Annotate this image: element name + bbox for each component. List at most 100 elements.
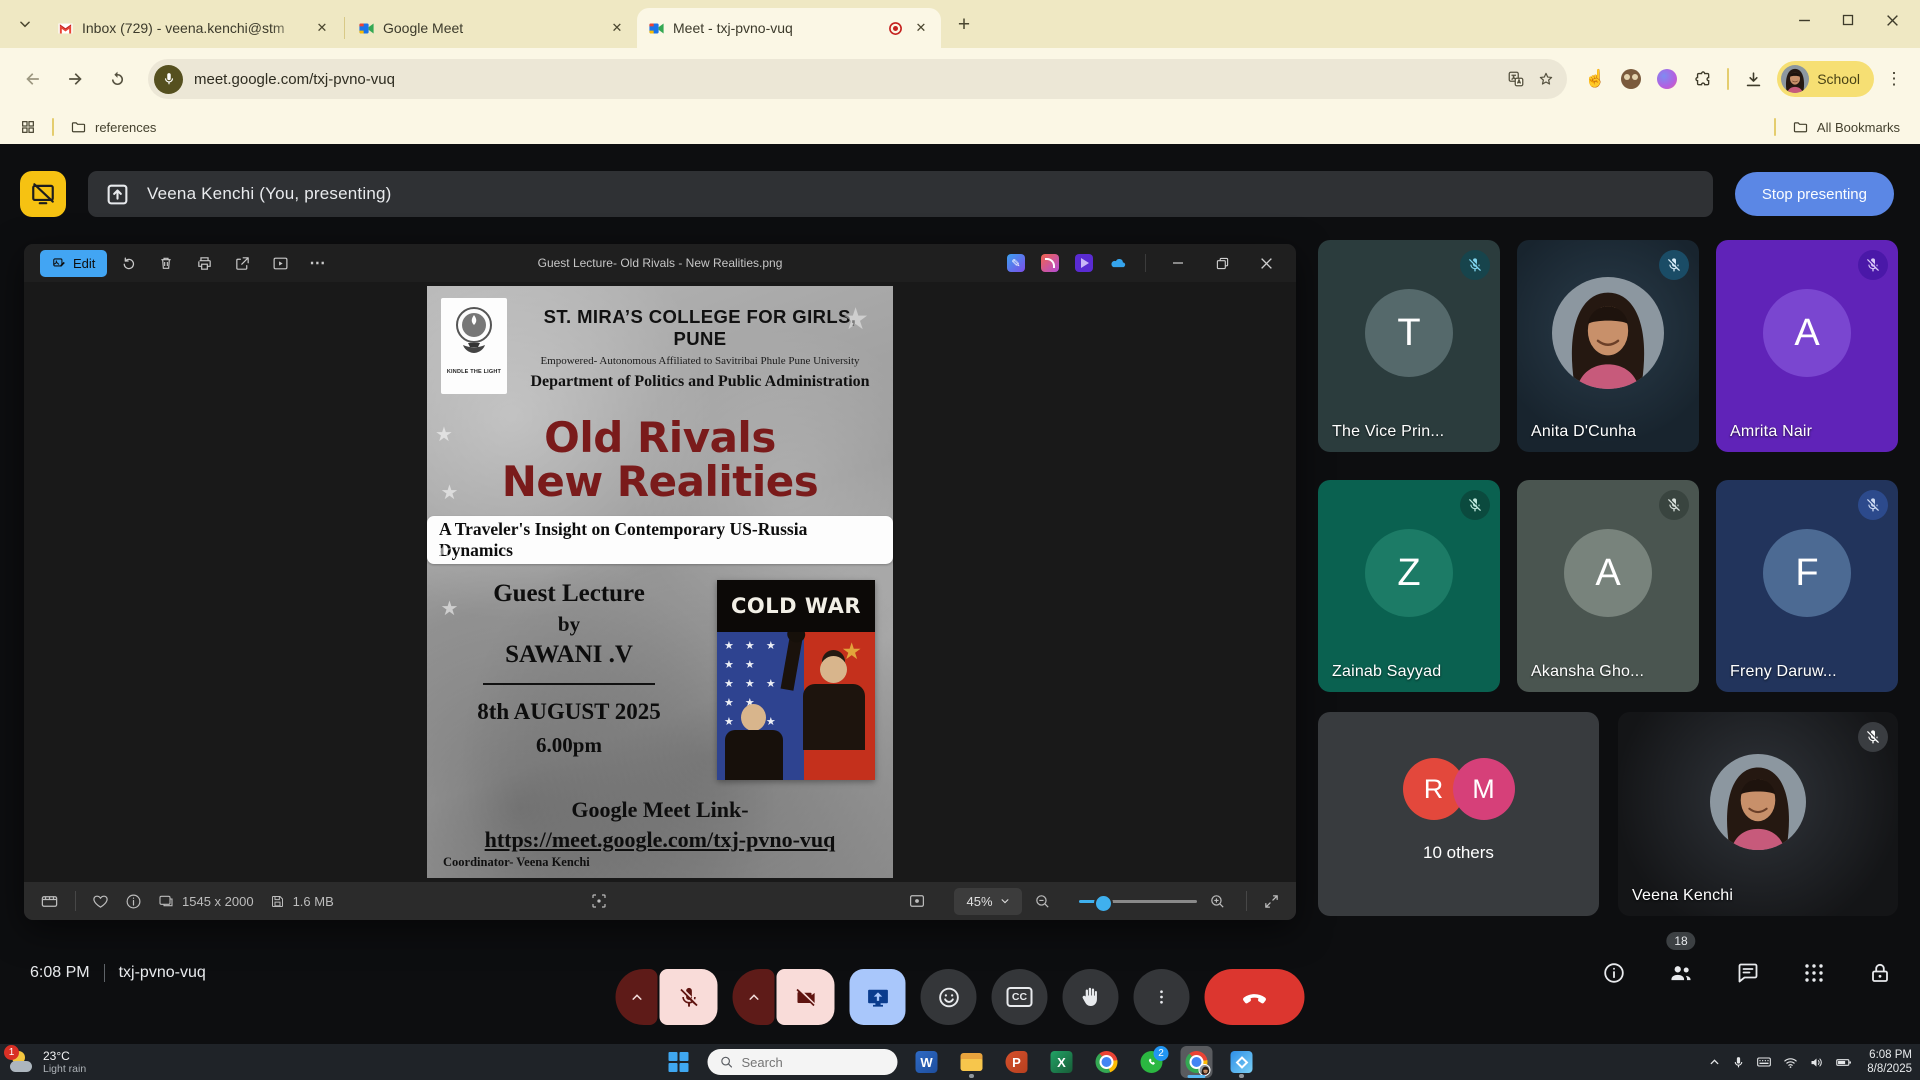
participant-tile[interactable]: A Akansha Gho... xyxy=(1517,480,1699,692)
camera-off-button[interactable] xyxy=(777,969,835,1025)
downloads-icon[interactable] xyxy=(1737,63,1769,95)
translate-icon[interactable] xyxy=(1501,64,1531,94)
presentation-off-tile-icon[interactable] xyxy=(20,171,66,217)
window-maximize-button[interactable] xyxy=(1826,3,1870,37)
tray-mic-icon[interactable] xyxy=(1732,1056,1745,1069)
chrome-menu-icon[interactable]: ⋮ xyxy=(1880,65,1908,93)
word-app-icon[interactable]: W xyxy=(911,1046,943,1078)
leave-call-button[interactable] xyxy=(1205,969,1305,1025)
image-edit-app-icon[interactable]: ✎ xyxy=(1001,249,1031,277)
chrome-icon[interactable] xyxy=(1091,1046,1123,1078)
delete-icon[interactable] xyxy=(149,249,183,277)
designer-app-icon[interactable] xyxy=(1035,249,1065,277)
tray-battery-icon[interactable] xyxy=(1835,1054,1852,1071)
filmstrip-toggle-icon[interactable] xyxy=(40,892,59,911)
tray-volume-icon[interactable] xyxy=(1809,1055,1824,1070)
raise-hand-button[interactable] xyxy=(1063,969,1119,1025)
start-button[interactable] xyxy=(663,1046,695,1078)
photos-minimize-button[interactable] xyxy=(1158,248,1198,278)
participant-tile[interactable]: T The Vice Prin... xyxy=(1318,240,1500,452)
participant-tile[interactable]: F Freny Daruw... xyxy=(1716,480,1898,692)
taskbar-clock[interactable]: 6:08 PM 8/8/2025 xyxy=(1867,1048,1912,1076)
slideshow-icon[interactable] xyxy=(263,249,297,277)
taskbar-weather-widget[interactable]: 1 23°C Light rain xyxy=(10,1044,86,1080)
photos-close-button[interactable] xyxy=(1246,248,1286,278)
reload-button[interactable] xyxy=(99,61,135,97)
participant-tile[interactable]: Z Zainab Sayyad xyxy=(1318,480,1500,692)
more-options-icon[interactable]: ⋯ xyxy=(301,249,335,277)
new-tab-button[interactable]: + xyxy=(949,10,979,40)
camera-options-chevron[interactable] xyxy=(733,969,775,1025)
participant-tile[interactable]: Anita D'Cunha xyxy=(1517,240,1699,452)
tab-google-meet[interactable]: Google Meet ✕ xyxy=(347,8,637,48)
tab-gmail[interactable]: Inbox (729) - veena.kenchi@stm ✕ xyxy=(46,8,342,48)
photos-statusbar: 1545 x 2000 1.6 MB 45% xyxy=(24,882,1296,920)
rotate-icon[interactable] xyxy=(111,249,145,277)
self-tile[interactable]: Veena Kenchi xyxy=(1618,712,1898,916)
meet-link-url: https://meet.google.com/txj-pvno-vuq xyxy=(427,827,893,853)
file-info-icon[interactable] xyxy=(125,893,142,910)
forward-button[interactable] xyxy=(57,61,93,97)
taskbar-search[interactable] xyxy=(708,1049,898,1075)
favorite-heart-icon[interactable] xyxy=(92,893,109,910)
tab-mic-in-use-icon[interactable] xyxy=(154,65,183,94)
tray-wifi-icon[interactable] xyxy=(1783,1055,1798,1070)
present-now-button[interactable] xyxy=(850,969,906,1025)
photos-app-taskbar-icon[interactable] xyxy=(1226,1046,1258,1078)
extensions-puzzle-icon[interactable] xyxy=(1687,63,1719,95)
mic-options-chevron[interactable] xyxy=(616,969,658,1025)
participant-tile[interactable]: A Amrita Nair xyxy=(1716,240,1898,452)
bookmark-star-icon[interactable] xyxy=(1531,64,1561,94)
zoom-out-icon[interactable] xyxy=(1034,893,1051,910)
pointer-extension-icon[interactable]: ☝ xyxy=(1579,63,1611,95)
spotlight-icon[interactable] xyxy=(590,892,608,910)
meeting-details-icon[interactable] xyxy=(1602,961,1626,985)
tab-meet-active[interactable]: Meet - txj-pvno-vuq ✕ xyxy=(637,8,941,48)
zoom-slider[interactable] xyxy=(1079,900,1197,903)
tab-close-icon[interactable]: ✕ xyxy=(312,18,332,38)
window-minimize-button[interactable] xyxy=(1782,3,1826,37)
chat-icon[interactable] xyxy=(1736,961,1760,985)
participants-icon[interactable]: 18 xyxy=(1668,960,1694,986)
onedrive-icon[interactable] xyxy=(1103,249,1133,277)
tab-close-icon[interactable]: ✕ xyxy=(911,18,931,38)
brain-extension-icon[interactable] xyxy=(1651,63,1683,95)
owl-extension-icon[interactable] xyxy=(1615,63,1647,95)
apps-shortcut-icon[interactable] xyxy=(12,116,44,138)
fit-to-window-icon[interactable] xyxy=(908,892,926,910)
host-controls-icon[interactable] xyxy=(1868,961,1892,985)
profile-chip[interactable]: School xyxy=(1777,61,1874,97)
share-icon[interactable] xyxy=(225,249,259,277)
url-bar[interactable]: meet.google.com/txj-pvno-vuq xyxy=(148,59,1567,99)
chrome-active-profile-icon[interactable] xyxy=(1181,1046,1213,1078)
stop-presenting-button[interactable]: Stop presenting xyxy=(1735,172,1894,216)
image-dimensions: 1545 x 2000 xyxy=(182,894,254,909)
zoom-in-icon[interactable] xyxy=(1209,893,1226,910)
edit-button[interactable]: Edit xyxy=(40,250,107,277)
fullscreen-icon[interactable] xyxy=(1263,893,1280,910)
file-explorer-icon[interactable] xyxy=(956,1046,988,1078)
bookmark-folder-references[interactable]: references xyxy=(62,116,164,139)
print-icon[interactable] xyxy=(187,249,221,277)
clipchamp-app-icon[interactable] xyxy=(1069,249,1099,277)
reactions-button[interactable] xyxy=(921,969,977,1025)
whatsapp-icon[interactable]: 2 xyxy=(1136,1046,1168,1078)
photos-restore-button[interactable] xyxy=(1202,248,1242,278)
others-tile[interactable]: R M 10 others xyxy=(1318,712,1599,916)
tray-expand-chevron-icon[interactable] xyxy=(1708,1056,1721,1069)
mic-off-button[interactable] xyxy=(660,969,718,1025)
more-options-button[interactable] xyxy=(1134,969,1190,1025)
search-input[interactable] xyxy=(742,1055,872,1070)
tab-close-icon[interactable]: ✕ xyxy=(607,18,627,38)
back-button[interactable] xyxy=(15,61,51,97)
all-bookmarks-button[interactable]: All Bookmarks xyxy=(1784,116,1908,139)
tab-search-button[interactable] xyxy=(10,9,40,39)
tray-keyboard-icon[interactable] xyxy=(1756,1054,1772,1070)
excel-app-icon[interactable]: X xyxy=(1046,1046,1078,1078)
captions-button[interactable]: CC xyxy=(992,969,1048,1025)
window-close-button[interactable] xyxy=(1870,3,1914,37)
powerpoint-app-icon[interactable]: P xyxy=(1001,1046,1033,1078)
activities-icon[interactable] xyxy=(1802,961,1826,985)
zoom-level-dropdown[interactable]: 45% xyxy=(954,888,1022,915)
participant-name: Zainab Sayyad xyxy=(1332,663,1441,681)
